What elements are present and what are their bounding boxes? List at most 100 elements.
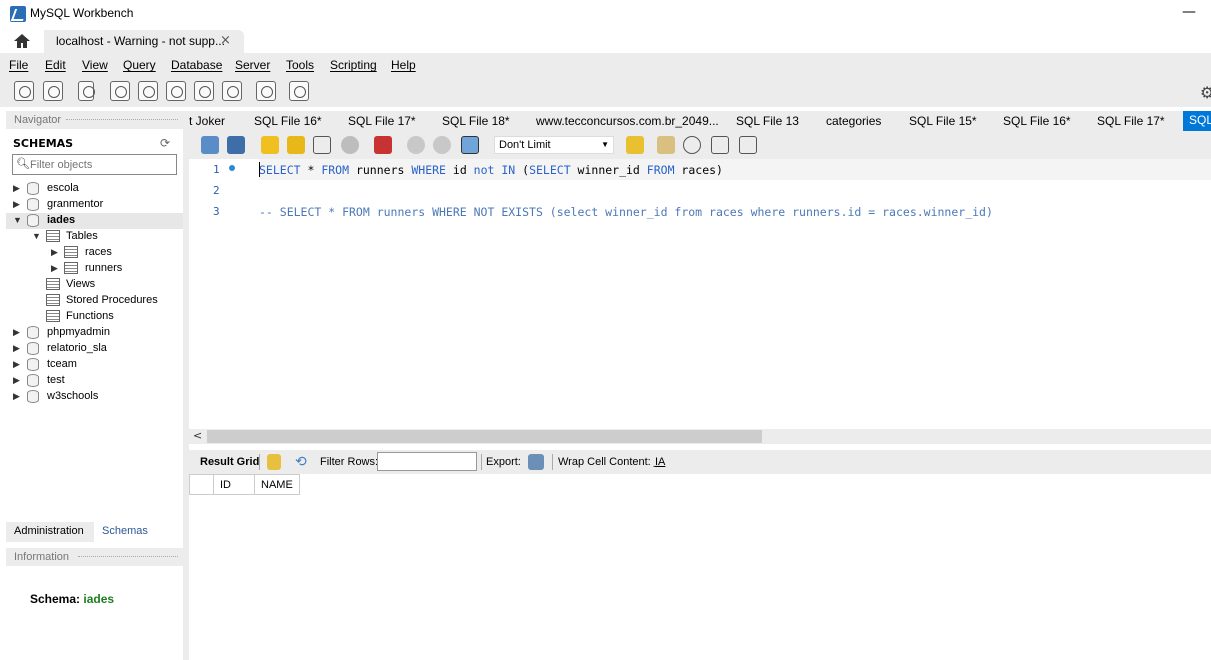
tab-sql-file-15[interactable]: SQL File 15* — [909, 112, 977, 131]
execute-current-icon[interactable] — [287, 136, 305, 154]
horizontal-scrollbar[interactable]: < — [189, 429, 1211, 444]
tab-tecconcursos[interactable]: www.tecconcursos.com.br_2049... — [536, 112, 719, 131]
navigator-panel: Navigator SCHEMAS ⟳ 🔍︎ ▶ escola ▶ granme… — [6, 111, 183, 660]
refresh-icon[interactable]: ⟳ — [160, 136, 170, 150]
search-table-data-icon[interactable] — [256, 81, 276, 101]
tables-folder[interactable]: ▼ Tables — [32, 229, 182, 245]
create-procedure-icon[interactable] — [194, 81, 214, 101]
scrollbar-thumb[interactable] — [207, 430, 762, 443]
table-races[interactable]: ▶ races — [51, 245, 181, 261]
tab-sql-active[interactable]: SQL — [1183, 111, 1211, 131]
scroll-left-icon[interactable]: < — [193, 429, 202, 442]
table-runners[interactable]: ▶ runners — [51, 261, 181, 277]
limit-rows-select[interactable]: Don't Limit ▼ — [494, 136, 614, 154]
explain-icon[interactable] — [313, 136, 331, 154]
menu-database[interactable]: Database — [171, 58, 222, 72]
new-sql-tab-icon[interactable] — [14, 81, 34, 101]
tab-administration[interactable]: Administration — [6, 522, 94, 542]
close-icon[interactable]: × — [220, 33, 231, 48]
create-table-icon[interactable] — [138, 81, 158, 101]
inspector-icon[interactable] — [78, 81, 95, 101]
rollback-icon[interactable] — [433, 136, 451, 154]
menu-file[interactable]: File — [9, 58, 28, 72]
save-icon[interactable] — [227, 136, 245, 154]
schema-w3schools[interactable]: ▶ w3schools — [13, 389, 183, 405]
add-snippet-icon[interactable] — [626, 136, 644, 154]
tab-sql-file-18[interactable]: SQL File 18* — [442, 112, 510, 131]
collapse-arrow-icon[interactable]: ▼ — [32, 231, 41, 241]
create-schema-icon[interactable] — [110, 81, 130, 101]
reconnect-icon[interactable] — [289, 81, 309, 101]
menu-query[interactable]: Query — [123, 58, 156, 72]
expand-arrow-icon[interactable]: ▶ — [13, 183, 20, 194]
create-view-icon[interactable] — [166, 81, 186, 101]
minimize-button[interactable]: — — [1182, 4, 1196, 20]
open-sql-script-icon[interactable] — [43, 81, 63, 101]
autocommit-icon[interactable] — [461, 136, 479, 154]
collapse-arrow-icon[interactable]: ▼ — [13, 215, 22, 225]
sql-editor[interactable]: 1 2 3 SELECT * FROM runners WHERE id not… — [189, 159, 1211, 429]
schema-relatorio-sla[interactable]: ▶ relatorio_sla — [13, 341, 183, 357]
invisible-chars-icon[interactable] — [711, 136, 729, 154]
filter-rows-input[interactable] — [377, 452, 477, 471]
result-grid-label[interactable]: Result Grid — [200, 456, 259, 468]
stored-procedures-folder[interactable]: Stored Procedures — [32, 293, 182, 309]
gear-icon[interactable]: ⚙ — [1200, 83, 1211, 102]
tab-sql-file-13[interactable]: SQL File 13 — [736, 112, 799, 131]
stop-icon[interactable] — [341, 136, 359, 154]
tab-schemas[interactable]: Schemas — [94, 522, 183, 542]
menu-edit[interactable]: Edit — [45, 58, 66, 72]
schema-test[interactable]: ▶ test — [13, 373, 183, 389]
connection-tabs: localhost - Warning - not supp... × — [0, 30, 1211, 53]
toggle-error-icon[interactable] — [374, 136, 392, 154]
wrap-text-icon[interactable]: I̲A — [655, 456, 665, 468]
column-header-name[interactable]: NAME — [254, 474, 300, 495]
filter-objects-field[interactable]: 🔍︎ — [12, 154, 177, 175]
execute-icon[interactable] — [261, 136, 279, 154]
tab-sql-file-17-b[interactable]: SQL File 17* — [1097, 112, 1165, 131]
functions-icon — [46, 310, 60, 322]
grid-icon[interactable] — [267, 454, 281, 470]
views-folder[interactable]: Views — [32, 277, 182, 293]
connection-tab-localhost[interactable]: localhost - Warning - not supp... × — [44, 30, 244, 53]
schema-granmentor[interactable]: ▶ granmentor — [13, 197, 183, 213]
beautify-icon[interactable] — [657, 136, 675, 154]
expand-arrow-icon[interactable]: ▶ — [13, 343, 20, 354]
menu-server[interactable]: Server — [235, 58, 270, 72]
schemas-title: SCHEMAS — [13, 137, 74, 150]
expand-arrow-icon[interactable]: ▶ — [13, 199, 20, 210]
find-icon[interactable] — [683, 136, 701, 154]
menu-tools[interactable]: Tools — [286, 58, 314, 72]
tab-categories[interactable]: categories — [826, 112, 881, 131]
menu-help[interactable]: Help — [391, 58, 416, 72]
menu-scripting[interactable]: Scripting — [330, 58, 377, 72]
open-folder-icon[interactable] — [201, 136, 219, 154]
export-icon[interactable] — [528, 454, 544, 470]
home-icon[interactable] — [12, 33, 32, 49]
schema-tceam[interactable]: ▶ tceam — [13, 357, 183, 373]
schema-iades[interactable]: ▼ iades — [6, 213, 183, 229]
functions-folder[interactable]: Functions — [32, 309, 182, 325]
expand-arrow-icon[interactable]: ▶ — [51, 263, 58, 274]
refresh-icon[interactable]: ⟲ — [295, 453, 307, 470]
menu-view[interactable]: View — [82, 58, 108, 72]
info-schema-value: iades — [83, 592, 115, 606]
expand-arrow-icon[interactable]: ▶ — [13, 327, 20, 338]
tab-joker[interactable]: t Joker — [189, 112, 225, 131]
commit-icon[interactable] — [407, 136, 425, 154]
expand-arrow-icon[interactable]: ▶ — [51, 247, 58, 258]
expand-arrow-icon[interactable]: ▶ — [13, 359, 20, 370]
expand-arrow-icon[interactable]: ▶ — [13, 375, 20, 386]
tab-sql-file-16[interactable]: SQL File 16* — [254, 112, 322, 131]
schema-escola[interactable]: ▶ escola — [13, 181, 183, 197]
column-header-id[interactable]: ID — [213, 474, 255, 495]
sql-toolbar: Don't Limit ▼ — [189, 131, 1211, 159]
tab-sql-file-17[interactable]: SQL File 17* — [348, 112, 416, 131]
tab-sql-file-16-b[interactable]: SQL File 16* — [1003, 112, 1071, 131]
expand-arrow-icon[interactable]: ▶ — [13, 391, 20, 402]
word-wrap-icon[interactable] — [739, 136, 757, 154]
grid-corner — [189, 474, 214, 495]
create-function-icon[interactable] — [222, 81, 242, 101]
schema-phpmyadmin[interactable]: ▶ phpmyadmin — [13, 325, 183, 341]
filter-objects-input[interactable] — [30, 157, 174, 172]
